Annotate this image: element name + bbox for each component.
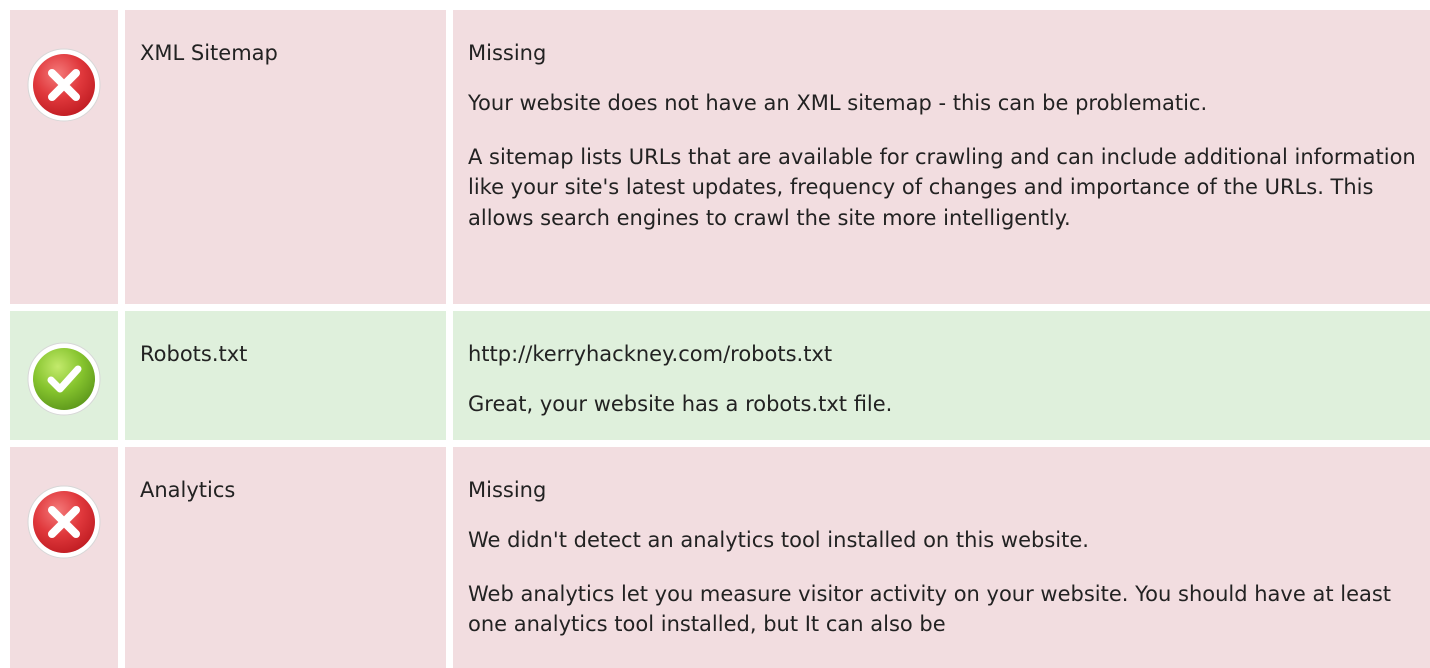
check-name-cell: XML Sitemap [125, 10, 446, 304]
table-row-xml-sitemap: XML Sitemap Missing Your website does no… [0, 10, 1430, 304]
check-name-cell: Analytics [125, 447, 446, 668]
result-value: Missing [468, 41, 547, 65]
check-result-cell: http://kerryhackney.com/robots.txt Great… [453, 311, 1430, 440]
result-description: Great, your website has a robots.txt fil… [468, 392, 893, 416]
check-name: Robots.txt [140, 342, 248, 366]
error-x-icon [27, 485, 101, 559]
table-row-robots-txt: Robots.txt http://kerryhackney.com/robot… [0, 311, 1430, 440]
status-icon-cell [10, 447, 118, 668]
check-result-cell: Missing We didn't detect an analytics to… [453, 447, 1430, 668]
result-value: Missing [468, 478, 547, 502]
error-x-icon [27, 48, 101, 122]
seo-report-table: XML Sitemap Missing Your website does no… [0, 0, 1430, 668]
status-icon-cell [10, 10, 118, 304]
check-name: XML Sitemap [140, 41, 278, 65]
check-result-cell: Missing Your website does not have an XM… [453, 10, 1430, 304]
result-description: Your website does not have an XML sitema… [468, 91, 1208, 115]
success-check-icon [27, 342, 101, 416]
result-description: We didn't detect an analytics tool insta… [468, 528, 1089, 552]
result-explanation: A sitemap lists URLs that are available … [468, 144, 1416, 230]
robots-url-link[interactable]: http://kerryhackney.com/robots.txt [468, 342, 1430, 366]
check-name: Analytics [140, 478, 236, 502]
table-row-analytics: Analytics Missing We didn't detect an an… [0, 447, 1430, 668]
result-explanation: Web analytics let you measure visitor ac… [468, 581, 1392, 637]
status-icon-cell [10, 311, 118, 440]
check-name-cell: Robots.txt [125, 311, 446, 440]
